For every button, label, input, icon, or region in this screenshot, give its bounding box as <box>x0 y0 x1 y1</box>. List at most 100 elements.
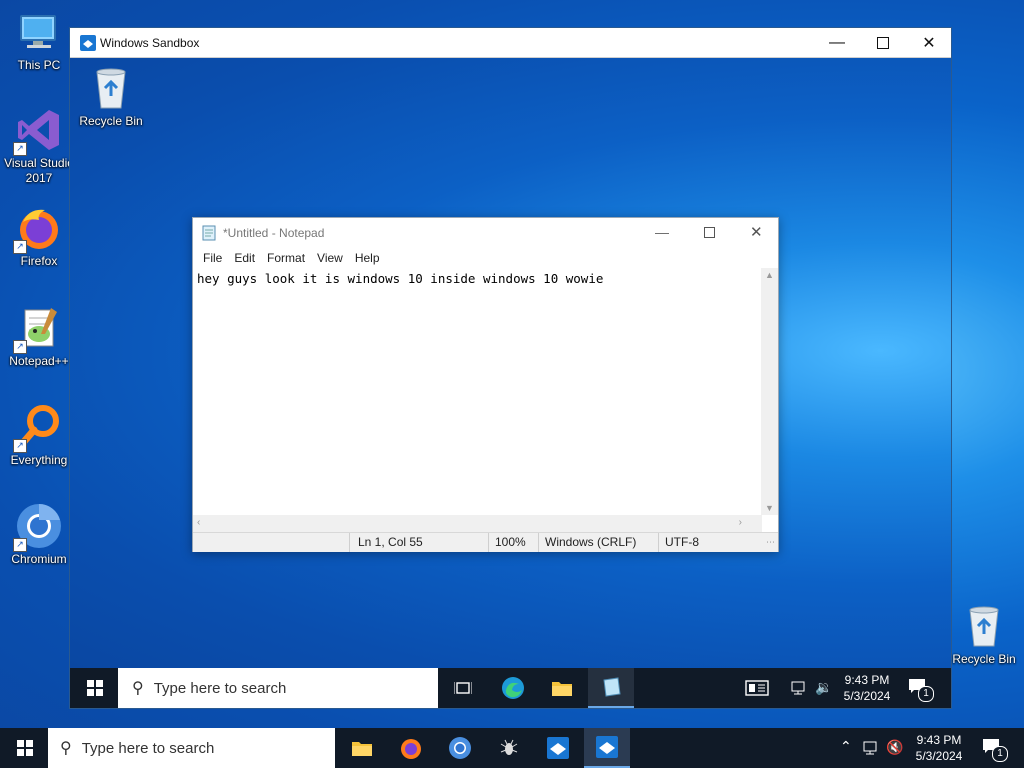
horizontal-scrollbar[interactable]: ‹ › <box>193 515 762 532</box>
menu-format[interactable]: Format <box>261 248 311 268</box>
sandbox-taskbar: ⚲ Type here to search 🔉 9:43 PM 5/3/2024… <box>70 668 951 708</box>
volume-muted-icon[interactable]: 🔇 <box>886 739 903 756</box>
close-button[interactable]: ✕ <box>906 28 951 58</box>
clock-time: 9:43 PM <box>916 733 962 747</box>
desktop-icon-everything[interactable]: ↗ Everything <box>0 403 78 468</box>
taskbar-news[interactable] <box>734 668 780 708</box>
sandbox-clock[interactable]: 9:43 PM 5/3/2024 <box>840 672 894 704</box>
desktop-icon-this-pc[interactable]: This PC <box>0 8 78 73</box>
desktop-icon-notepadpp[interactable]: ↗ Notepad++ <box>0 304 78 369</box>
close-icon: ✕ <box>922 35 936 52</box>
firefox-icon <box>401 739 421 759</box>
network-icon[interactable] <box>862 740 878 761</box>
vertical-scrollbar[interactable]: ▲ ▼ <box>761 268 778 515</box>
sandbox-title-bar[interactable]: Windows Sandbox — ✕ <box>70 28 951 58</box>
desktop-icon-visual-studio[interactable]: ↗ Visual Studio 2017 <box>0 106 78 186</box>
clock-date: 5/3/2024 <box>843 689 891 703</box>
firefox-icon: ↗ <box>13 204 63 254</box>
taskbar-edge[interactable] <box>490 668 536 708</box>
desktop-icon-label: Firefox <box>20 254 58 268</box>
news-icon <box>745 680 769 696</box>
search-box[interactable]: ⚲ Type here to search <box>118 668 438 708</box>
taskbar-firefox[interactable] <box>388 728 434 768</box>
maximize-button[interactable] <box>860 28 906 58</box>
host-taskbar: ⚲ Type here to search ⌃ 🔇 9:43 PM 5/3/20… <box>0 728 1024 768</box>
start-button[interactable] <box>72 668 118 708</box>
sandbox-desktop-icon-recycle-bin[interactable]: Recycle Bin <box>72 64 150 129</box>
desktop-icon-chromium[interactable]: ↗ Chromium <box>0 502 78 567</box>
shortcut-arrow-icon: ↗ <box>13 142 27 156</box>
taskbar-chromium[interactable] <box>437 728 483 768</box>
sandbox-window[interactable]: Windows Sandbox — ✕ Recycle Bin *Untitle… <box>69 27 952 709</box>
sandbox-title: Windows Sandbox <box>100 36 200 50</box>
windows-logo-icon <box>87 680 103 696</box>
taskbar-file-explorer[interactable] <box>539 668 585 708</box>
notepad-menu-bar: File Edit Format View Help <box>193 248 778 268</box>
desktop-icon-label: Everything <box>10 453 68 467</box>
chevron-up-icon[interactable]: ⌃ <box>840 738 852 755</box>
menu-help[interactable]: Help <box>349 248 386 268</box>
scroll-up-icon[interactable]: ▲ <box>765 270 774 280</box>
minimize-button[interactable]: — <box>655 224 669 240</box>
menu-file[interactable]: File <box>197 248 228 268</box>
desktop-icon-recycle-bin[interactable]: Recycle Bin <box>945 602 1023 667</box>
chromium-icon <box>449 737 471 759</box>
recycle-bin-icon <box>87 64 135 112</box>
bug-icon <box>500 739 518 755</box>
scroll-down-icon[interactable]: ▼ <box>765 503 774 513</box>
scroll-right-icon[interactable]: › <box>739 517 742 528</box>
notepad-app-icon <box>202 225 216 241</box>
host-clock[interactable]: 9:43 PM 5/3/2024 <box>910 732 968 764</box>
notepad-title-bar[interactable]: *Untitled - Notepad — ✕ <box>193 218 778 248</box>
search-placeholder: Type here to search <box>153 679 287 697</box>
maximize-icon <box>877 37 889 49</box>
action-center-button[interactable]: 1 <box>908 678 934 702</box>
search-icon: ⚲ <box>60 740 72 757</box>
start-button[interactable] <box>2 728 48 768</box>
desktop-icon-label: Notepad++ <box>9 354 69 368</box>
folder-icon <box>352 742 372 756</box>
notepad-text-area[interactable]: hey guys look it is windows 10 inside wi… <box>193 268 762 515</box>
shortcut-arrow-icon: ↗ <box>13 538 27 552</box>
action-center-button[interactable]: 1 <box>982 738 1010 762</box>
clock-time: 9:43 PM <box>844 673 890 687</box>
status-encoding: UTF-8 <box>665 535 699 549</box>
notepad-title: *Untitled - Notepad <box>223 226 325 240</box>
desktop-icon-firefox[interactable]: ↗ Firefox <box>0 204 78 269</box>
windows-logo-icon <box>17 740 33 756</box>
minimize-button[interactable]: — <box>814 28 860 58</box>
taskbar-sandbox-active[interactable] <box>584 728 630 768</box>
search-icon: ⚲ <box>132 680 144 697</box>
network-icon[interactable] <box>790 680 806 701</box>
desktop-icon-label: This PC <box>17 58 61 72</box>
status-position: Ln 1, Col 55 <box>358 535 423 549</box>
visual-studio-icon: ↗ <box>13 106 63 156</box>
sandbox-desktop[interactable]: Recycle Bin *Untitled - Notepad — ✕ File… <box>70 58 951 668</box>
shortcut-arrow-icon: ↗ <box>13 240 27 254</box>
resize-grip-icon[interactable]: ⋯ <box>766 537 775 548</box>
notification-badge: 1 <box>918 686 934 702</box>
taskbar-app-bug[interactable] <box>486 728 532 768</box>
notification-badge: 1 <box>992 746 1008 762</box>
search-box[interactable]: ⚲ Type here to search <box>48 728 335 768</box>
taskbar-notepad[interactable] <box>588 668 634 708</box>
recycle-bin-icon <box>960 602 1008 650</box>
desktop-icon-label: Chromium <box>11 552 67 566</box>
scroll-left-icon[interactable]: ‹ <box>197 517 200 528</box>
menu-edit[interactable]: Edit <box>228 248 261 268</box>
menu-view[interactable]: View <box>311 248 349 268</box>
close-button[interactable]: ✕ <box>750 223 763 241</box>
notepadpp-icon: ↗ <box>13 304 63 354</box>
sandbox-icon <box>547 737 569 759</box>
desktop-icon-label: Recycle Bin <box>952 652 1016 666</box>
maximize-button[interactable] <box>704 227 715 238</box>
everything-icon: ↗ <box>13 403 63 453</box>
notepad-window[interactable]: *Untitled - Notepad — ✕ File Edit Format… <box>192 217 779 552</box>
taskbar-file-explorer[interactable] <box>339 728 385 768</box>
status-zoom: 100% <box>495 535 526 549</box>
volume-icon[interactable]: 🔉 <box>815 679 832 696</box>
taskbar-sandbox-app[interactable] <box>535 728 581 768</box>
task-view-button[interactable] <box>440 668 486 708</box>
status-line-endings: Windows (CRLF) <box>545 535 637 549</box>
sandbox-icon <box>596 736 618 758</box>
